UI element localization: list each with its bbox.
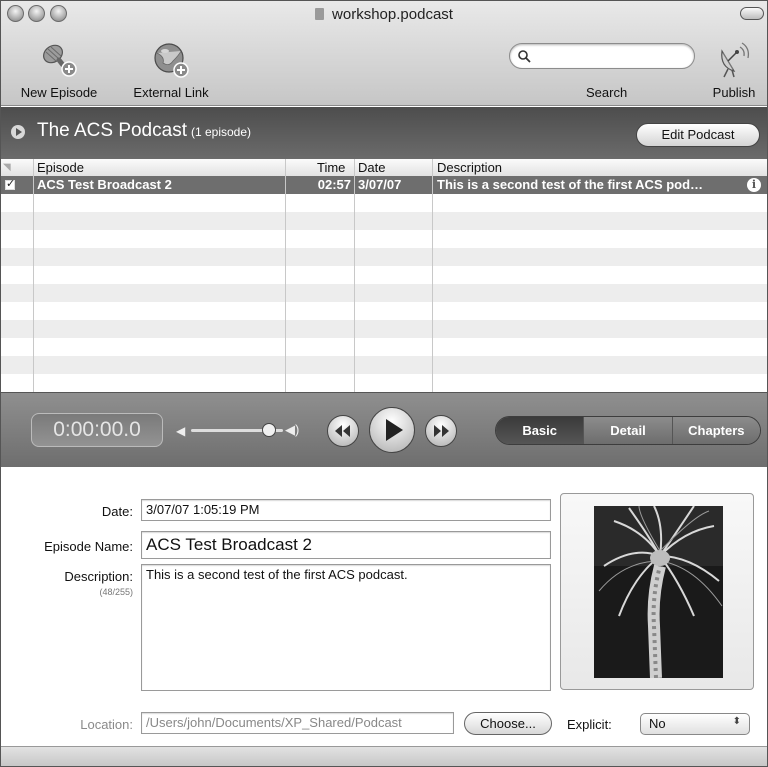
episode-name-label: Episode Name:	[44, 539, 133, 554]
tab-detail[interactable]: Detail	[583, 417, 672, 444]
document-icon	[315, 8, 325, 20]
episode-detail-pane: Date: 3/07/07 1:05:19 PM Episode Name: A…	[1, 468, 767, 746]
choose-button[interactable]: Choose...	[464, 712, 552, 735]
play-button[interactable]	[369, 407, 415, 453]
window-title: workshop.podcast	[1, 6, 767, 23]
column-description[interactable]: Description	[437, 160, 502, 175]
column-time[interactable]: Time	[317, 160, 345, 175]
volume-low-icon: ◀	[176, 424, 186, 438]
explicit-select[interactable]: No ⬍	[640, 713, 750, 735]
explicit-label: Explicit:	[567, 717, 612, 732]
location-label: Location:	[80, 717, 133, 732]
column-date[interactable]: Date	[358, 160, 385, 175]
podcast-title: The ACS Podcast (1 episode)	[37, 120, 252, 141]
globe-add-icon	[151, 41, 191, 81]
volume-high-icon: ◀)	[285, 422, 300, 437]
episode-date-cell: 3/07/07	[358, 177, 402, 192]
search-icon	[518, 50, 531, 63]
episode-artwork-well[interactable]	[560, 493, 754, 690]
description-field[interactable]: This is a second test of the first ACS p…	[141, 564, 551, 691]
episode-time-cell: 02:57	[317, 177, 351, 192]
location-field: /Users/john/Documents/XP_Shared/Podcast	[141, 712, 454, 734]
volume-knob[interactable]	[262, 423, 276, 437]
table-header: ◥ Episode Time Date Description	[1, 159, 767, 177]
app-window: workshop.podcast New Episode External Li…	[0, 0, 768, 767]
rewind-button[interactable]	[327, 415, 359, 447]
tab-basic[interactable]: Basic	[496, 417, 584, 444]
new-episode-button[interactable]: New Episode	[5, 41, 113, 100]
player-bar: 0:00:00.0 ◀ ◀) Basic Detail Chapters	[1, 392, 767, 467]
explicit-value: No	[649, 716, 666, 731]
column-episode[interactable]: Episode	[37, 160, 84, 175]
rewind-icon	[335, 425, 350, 437]
publish-label: Publish	[712, 85, 756, 100]
episode-checkbox[interactable]	[5, 177, 15, 190]
episode-name-cell: ACS Test Broadcast 2	[37, 177, 172, 192]
satellite-dish-icon	[714, 41, 754, 81]
fast-forward-button[interactable]	[425, 415, 457, 447]
info-icon[interactable]: i	[747, 178, 761, 192]
publish-button[interactable]: Publish	[701, 41, 767, 100]
status-bar	[1, 746, 767, 766]
search-label: Search	[586, 85, 628, 100]
episode-name-field[interactable]: ACS Test Broadcast 2	[141, 531, 551, 559]
episode-count: (1 episode)	[190, 125, 252, 139]
external-link-button[interactable]: External Link	[119, 41, 223, 100]
play-icon	[386, 419, 403, 441]
tab-chapters[interactable]: Chapters	[671, 417, 760, 444]
date-label: Date:	[101, 504, 133, 519]
date-field[interactable]: 3/07/07 1:05:19 PM	[141, 499, 551, 521]
chevron-updown-icon: ⬍	[732, 716, 741, 727]
table-row[interactable]: ACS Test Broadcast 2 02:57 3/07/07 This …	[1, 176, 767, 194]
detail-tabs: Basic Detail Chapters	[495, 416, 761, 445]
edit-podcast-button[interactable]: Edit Podcast	[636, 123, 760, 147]
disclosure-play-icon[interactable]	[11, 125, 25, 139]
episode-table: ◥ Episode Time Date Description ACS Test…	[1, 159, 767, 392]
time-display: 0:00:00.0	[31, 413, 163, 447]
search-field[interactable]	[509, 43, 695, 69]
toolbar: workshop.podcast New Episode External Li…	[1, 1, 767, 106]
description-label: Description:	[64, 569, 133, 584]
description-char-count: (48/255)	[99, 587, 133, 597]
fast-forward-icon	[434, 425, 449, 437]
feed-icon: ◥	[3, 162, 11, 173]
new-episode-label: New Episode	[20, 85, 98, 100]
episode-description-cell: This is a second test of the first ACS p…	[437, 177, 704, 192]
palm-tree-artwork	[594, 506, 723, 678]
microphone-add-icon	[39, 41, 79, 81]
toolbar-toggle-button[interactable]	[740, 7, 764, 20]
external-link-label: External Link	[133, 85, 209, 100]
